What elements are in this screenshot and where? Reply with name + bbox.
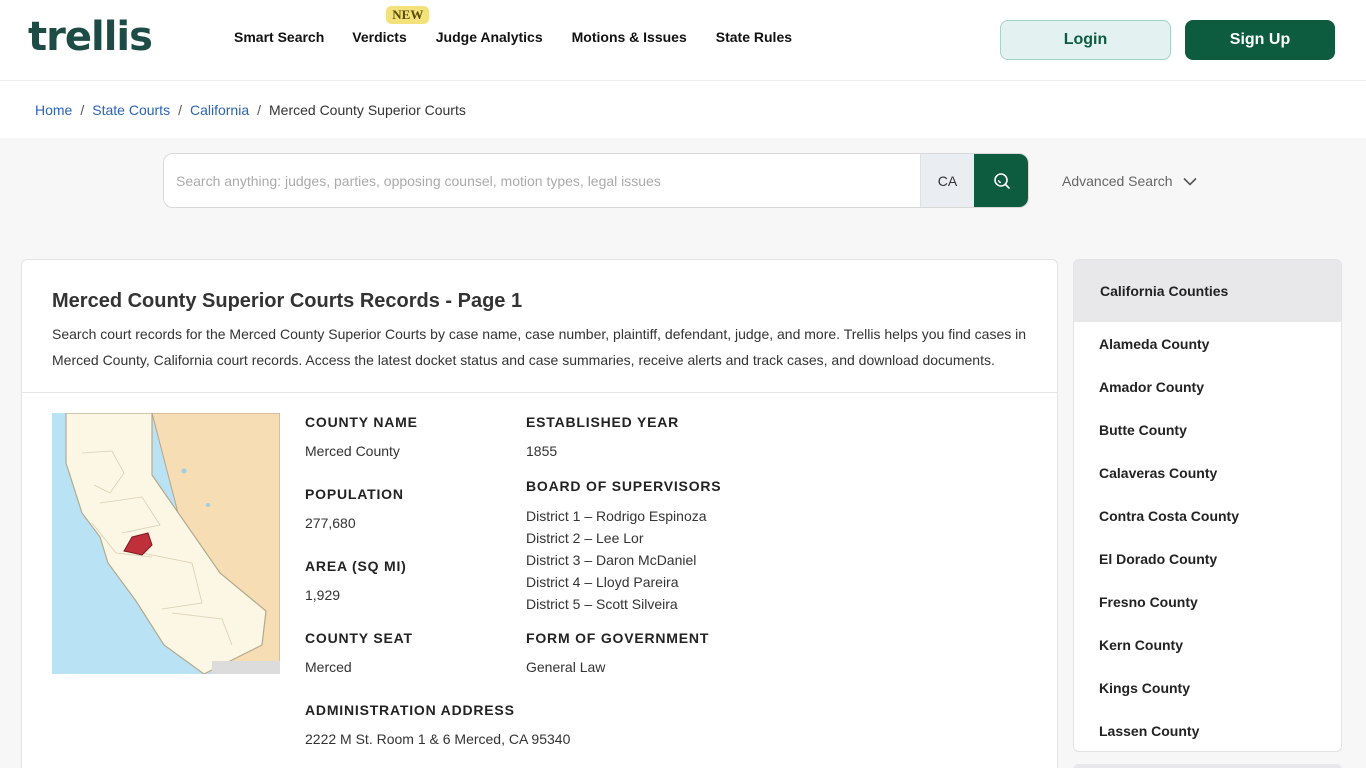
breadcrumb-state-courts[interactable]: State Courts — [92, 102, 170, 118]
search-icon — [994, 172, 1010, 189]
supervisor-item: District 3 – Daron McDaniel — [526, 552, 697, 568]
county-seat-label: COUNTY SEAT — [305, 630, 413, 646]
county-link-contra-costa[interactable]: Contra Costa County — [1099, 508, 1239, 524]
main-nav: Smart Search Verdicts NEW Judge Analytic… — [234, 6, 821, 45]
county-seat-value: Merced — [305, 659, 352, 675]
county-link-el-dorado[interactable]: El Dorado County — [1099, 551, 1217, 567]
population-label: POPULATION — [305, 486, 404, 502]
breadcrumb-home[interactable]: Home — [35, 102, 72, 118]
county-name-label: COUNTY NAME — [305, 414, 418, 430]
admin-address-value: 2222 M St. Room 1 & 6 Merced, CA 95340 — [305, 731, 571, 747]
advanced-search-toggle[interactable]: Advanced Search — [1062, 173, 1197, 189]
breadcrumb: Home / State Courts / California / Merce… — [35, 102, 466, 118]
california-map — [52, 413, 280, 674]
county-link-kern[interactable]: Kern County — [1099, 637, 1183, 653]
form-of-government-label: FORM OF GOVERNMENT — [526, 630, 710, 646]
breadcrumb-separator: / — [178, 102, 182, 118]
county-link-kings[interactable]: Kings County — [1099, 680, 1190, 696]
site-header: trellis Smart Search Verdicts NEW Judge … — [0, 0, 1366, 81]
advanced-search-label: Advanced Search — [1062, 173, 1173, 189]
form-of-government-value: General Law — [526, 659, 606, 675]
nav-motions-issues[interactable]: Motions & Issues — [572, 29, 687, 45]
sidebar-title: California Counties — [1074, 260, 1341, 322]
county-link-fresno[interactable]: Fresno County — [1099, 594, 1198, 610]
breadcrumb-bar: Home / State Courts / California / Merce… — [0, 81, 1366, 138]
board-of-supervisors-label: BOARD OF SUPERVISORS — [526, 478, 722, 494]
breadcrumb-separator: / — [257, 102, 261, 118]
trellis-logo[interactable]: trellis — [28, 14, 153, 60]
established-year-label: ESTABLISHED YEAR — [526, 414, 680, 430]
page-title: Merced County Superior Courts Records - … — [52, 290, 523, 312]
county-records-card: Merced County Superior Courts Records - … — [21, 259, 1058, 768]
county-link-amador[interactable]: Amador County — [1099, 379, 1204, 395]
county-link-alameda[interactable]: Alameda County — [1099, 336, 1209, 352]
chevron-down-icon — [1182, 177, 1197, 186]
nav-smart-search[interactable]: Smart Search — [234, 29, 324, 45]
new-badge: NEW — [386, 6, 430, 24]
population-value: 277,680 — [305, 515, 356, 531]
login-button[interactable]: Login — [1000, 20, 1171, 60]
supervisor-item: District 4 – Lloyd Pareira — [526, 574, 679, 590]
breadcrumb-california[interactable]: California — [190, 102, 249, 118]
breadcrumb-separator: / — [80, 102, 85, 118]
county-link-calaveras[interactable]: Calaveras County — [1099, 465, 1217, 481]
search-bar: CA — [163, 153, 1029, 208]
county-link-lassen[interactable]: Lassen County — [1099, 723, 1199, 739]
admin-address-label: ADMINISTRATION ADDRESS — [305, 702, 515, 718]
supervisors-list: District 1 – Rodrigo Espinoza District 2… — [526, 505, 707, 615]
supervisor-item: District 1 – Rodrigo Espinoza — [526, 508, 707, 524]
established-year-value: 1855 — [526, 443, 558, 459]
search-input[interactable] — [164, 154, 920, 207]
area-value: 1,929 — [305, 587, 341, 603]
signup-button[interactable]: Sign Up — [1185, 20, 1335, 60]
counties-sidebar: California Counties Alameda County Amado… — [1073, 259, 1342, 752]
search-button[interactable] — [974, 154, 1028, 207]
secondary-sidebar-panel — [1073, 764, 1342, 768]
nav-verdicts[interactable]: Verdicts NEW — [352, 6, 430, 45]
state-selector[interactable]: CA — [920, 154, 974, 207]
nav-state-rules[interactable]: State Rules — [716, 29, 792, 45]
divider — [22, 392, 1057, 393]
county-link-butte[interactable]: Butte County — [1099, 422, 1187, 438]
breadcrumb-current: Merced County Superior Courts — [269, 102, 466, 118]
county-name-value: Merced County — [305, 443, 400, 459]
area-label: AREA (SQ MI) — [305, 558, 407, 574]
supervisor-item: District 5 – Scott Silveira — [526, 596, 678, 612]
nav-judge-analytics[interactable]: Judge Analytics — [436, 29, 543, 45]
nav-verdicts-label: Verdicts — [352, 29, 407, 45]
page-description: Search court records for the Merced Coun… — [52, 326, 1027, 368]
supervisor-item: District 2 – Lee Lor — [526, 530, 644, 546]
